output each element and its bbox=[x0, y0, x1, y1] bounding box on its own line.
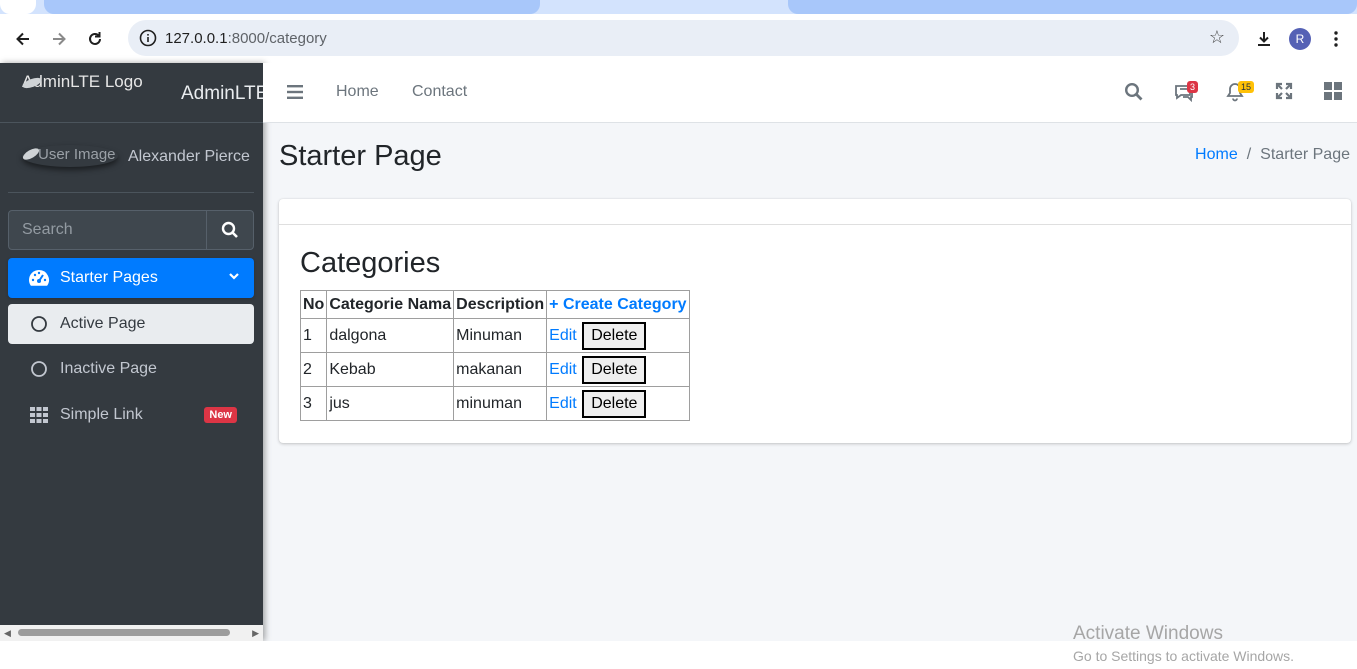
table-row: 2 Kebab makanan Edit Delete bbox=[299, 352, 690, 387]
sidebar-item-active-page[interactable]: Active Page bbox=[8, 304, 254, 344]
sidebar-item-simple-link[interactable]: Simple Link New bbox=[8, 395, 254, 435]
site-info-icon[interactable] bbox=[132, 29, 164, 47]
chevron-down-icon bbox=[228, 269, 240, 287]
sidebar-horizontal-scrollbar[interactable]: ◀ ▶ bbox=[0, 625, 263, 641]
edit-link[interactable]: Edit bbox=[549, 327, 577, 344]
edit-link[interactable]: Edit bbox=[549, 395, 577, 412]
content-card: Categories No Categorie Nama Description… bbox=[279, 199, 1351, 443]
cell-description: makanan bbox=[453, 352, 548, 387]
cell-nama: dalgona bbox=[326, 318, 455, 353]
table-row: 3 jus minuman Edit Delete bbox=[299, 386, 690, 421]
new-badge: New bbox=[204, 407, 237, 423]
browser-toolbar-right: R bbox=[1246, 14, 1357, 63]
browser-tab[interactable] bbox=[44, 0, 540, 14]
windows-activation-subtitle: Go to Settings to activate Windows. bbox=[1073, 648, 1294, 664]
bell-icon[interactable]: 15 bbox=[1225, 81, 1255, 104]
download-icon[interactable] bbox=[1246, 21, 1282, 57]
cell-actions: Edit Delete bbox=[546, 318, 690, 353]
nav-home-link[interactable]: Home bbox=[336, 83, 379, 101]
scrollbar-thumb[interactable] bbox=[18, 629, 230, 636]
sidebar-item-label: Simple Link bbox=[60, 406, 143, 423]
browser-tab[interactable] bbox=[788, 0, 1357, 14]
column-header: Categorie Nama bbox=[326, 290, 455, 319]
brand-link[interactable]: AdminLTE Logo AdminLTE 3 bbox=[0, 63, 263, 123]
navbar-search-icon[interactable] bbox=[1124, 82, 1146, 104]
breadcrumb-separator: / bbox=[1246, 146, 1252, 163]
delete-button[interactable]: Delete bbox=[582, 321, 647, 350]
delete-button[interactable]: Delete bbox=[582, 355, 647, 384]
reload-icon[interactable] bbox=[77, 21, 113, 57]
brand-text: AdminLTE 3 bbox=[181, 83, 263, 104]
messages-icon[interactable]: 3 bbox=[1174, 81, 1199, 104]
user-name-link[interactable]: Alexander Pierce bbox=[128, 148, 250, 166]
browser-menu-icon[interactable] bbox=[1318, 21, 1354, 57]
edit-link[interactable]: Edit bbox=[549, 361, 577, 378]
back-icon[interactable] bbox=[5, 21, 41, 57]
url-text: 127.0.0.1:8000/category bbox=[165, 29, 327, 47]
table-header-row: No Categorie Nama Description + Create C… bbox=[299, 290, 690, 319]
table-row: 1 dalgona Minuman Edit Delete bbox=[299, 318, 690, 353]
windows-activation-title: Activate Windows bbox=[1073, 623, 1223, 644]
scroll-right-icon[interactable]: ▶ bbox=[252, 628, 259, 639]
sidebar-item-inactive-page[interactable]: Inactive Page bbox=[8, 349, 254, 389]
hamburger-menu-icon[interactable] bbox=[287, 84, 303, 105]
main-header: Home Contact 3 15 bbox=[263, 63, 1357, 123]
card-header bbox=[279, 199, 1351, 225]
sidebar-item-label: Inactive Page bbox=[60, 360, 157, 377]
user-avatar: User Image bbox=[22, 145, 118, 167]
circle-icon bbox=[28, 360, 50, 378]
notifications-count-badge: 15 bbox=[1238, 81, 1255, 93]
grid-icon bbox=[28, 406, 50, 424]
categories-table: No Categorie Nama Description + Create C… bbox=[299, 290, 690, 421]
sidebar-search-input[interactable]: Search bbox=[9, 211, 206, 249]
cell-actions: Edit Delete bbox=[546, 352, 690, 387]
sidebar-bottom-gap bbox=[0, 641, 263, 669]
breadcrumb: Home / Starter Page bbox=[1195, 146, 1350, 164]
fullscreen-icon[interactable] bbox=[1275, 82, 1297, 104]
cell-no: 3 bbox=[299, 386, 328, 421]
cell-description: Minuman bbox=[453, 318, 548, 353]
breadcrumb-current: Starter Page bbox=[1260, 146, 1350, 163]
tachometer-icon bbox=[28, 269, 50, 287]
cell-description: minuman bbox=[453, 386, 548, 421]
cell-actions: Edit Delete bbox=[546, 386, 690, 421]
column-header: No bbox=[299, 290, 328, 319]
sidebar-item-starter-pages[interactable]: Starter Pages bbox=[8, 258, 254, 298]
messages-count-badge: 3 bbox=[1187, 81, 1199, 93]
cell-nama: Kebab bbox=[326, 352, 455, 387]
delete-button[interactable]: Delete bbox=[582, 389, 647, 418]
address-bar[interactable]: 127.0.0.1:8000/category ☆ bbox=[128, 20, 1239, 56]
forward-icon[interactable] bbox=[41, 21, 77, 57]
main-sidebar: AdminLTE Logo AdminLTE 3 User Image Alex… bbox=[0, 63, 263, 641]
bookmark-star-icon[interactable]: ☆ bbox=[1209, 27, 1225, 48]
cell-nama: jus bbox=[326, 386, 455, 421]
sidebar-search-button[interactable] bbox=[206, 211, 253, 249]
cell-no: 1 bbox=[299, 318, 328, 353]
breadcrumb-home-link[interactable]: Home bbox=[1195, 146, 1238, 164]
browser-toolbar: 127.0.0.1:8000/category ☆ R bbox=[0, 14, 1357, 63]
create-category-link[interactable]: + Create Category bbox=[549, 296, 686, 313]
sidebar-search: Search bbox=[8, 210, 254, 250]
scroll-left-icon[interactable]: ◀ bbox=[4, 628, 11, 639]
nav-contact-link[interactable]: Contact bbox=[412, 83, 467, 101]
page-title: Starter Page bbox=[279, 140, 442, 172]
profile-avatar[interactable]: R bbox=[1282, 21, 1318, 57]
browser-tab-strip bbox=[0, 0, 1357, 14]
user-panel: User Image Alexander Pierce bbox=[8, 123, 254, 193]
brand-logo: AdminLTE Logo bbox=[22, 72, 143, 91]
control-sidebar-icon[interactable] bbox=[1324, 82, 1346, 104]
categories-heading: Categories bbox=[300, 247, 441, 279]
cell-no: 2 bbox=[299, 352, 328, 387]
browser-tab[interactable] bbox=[0, 0, 36, 14]
search-icon bbox=[221, 221, 238, 238]
sidebar-item-label: Active Page bbox=[60, 315, 146, 332]
browser-tab-active[interactable] bbox=[548, 0, 780, 14]
column-header: Description bbox=[453, 290, 548, 319]
sidebar-item-label: Starter Pages bbox=[60, 269, 158, 286]
create-category-header: + Create Category bbox=[546, 290, 690, 319]
circle-icon bbox=[28, 315, 50, 333]
